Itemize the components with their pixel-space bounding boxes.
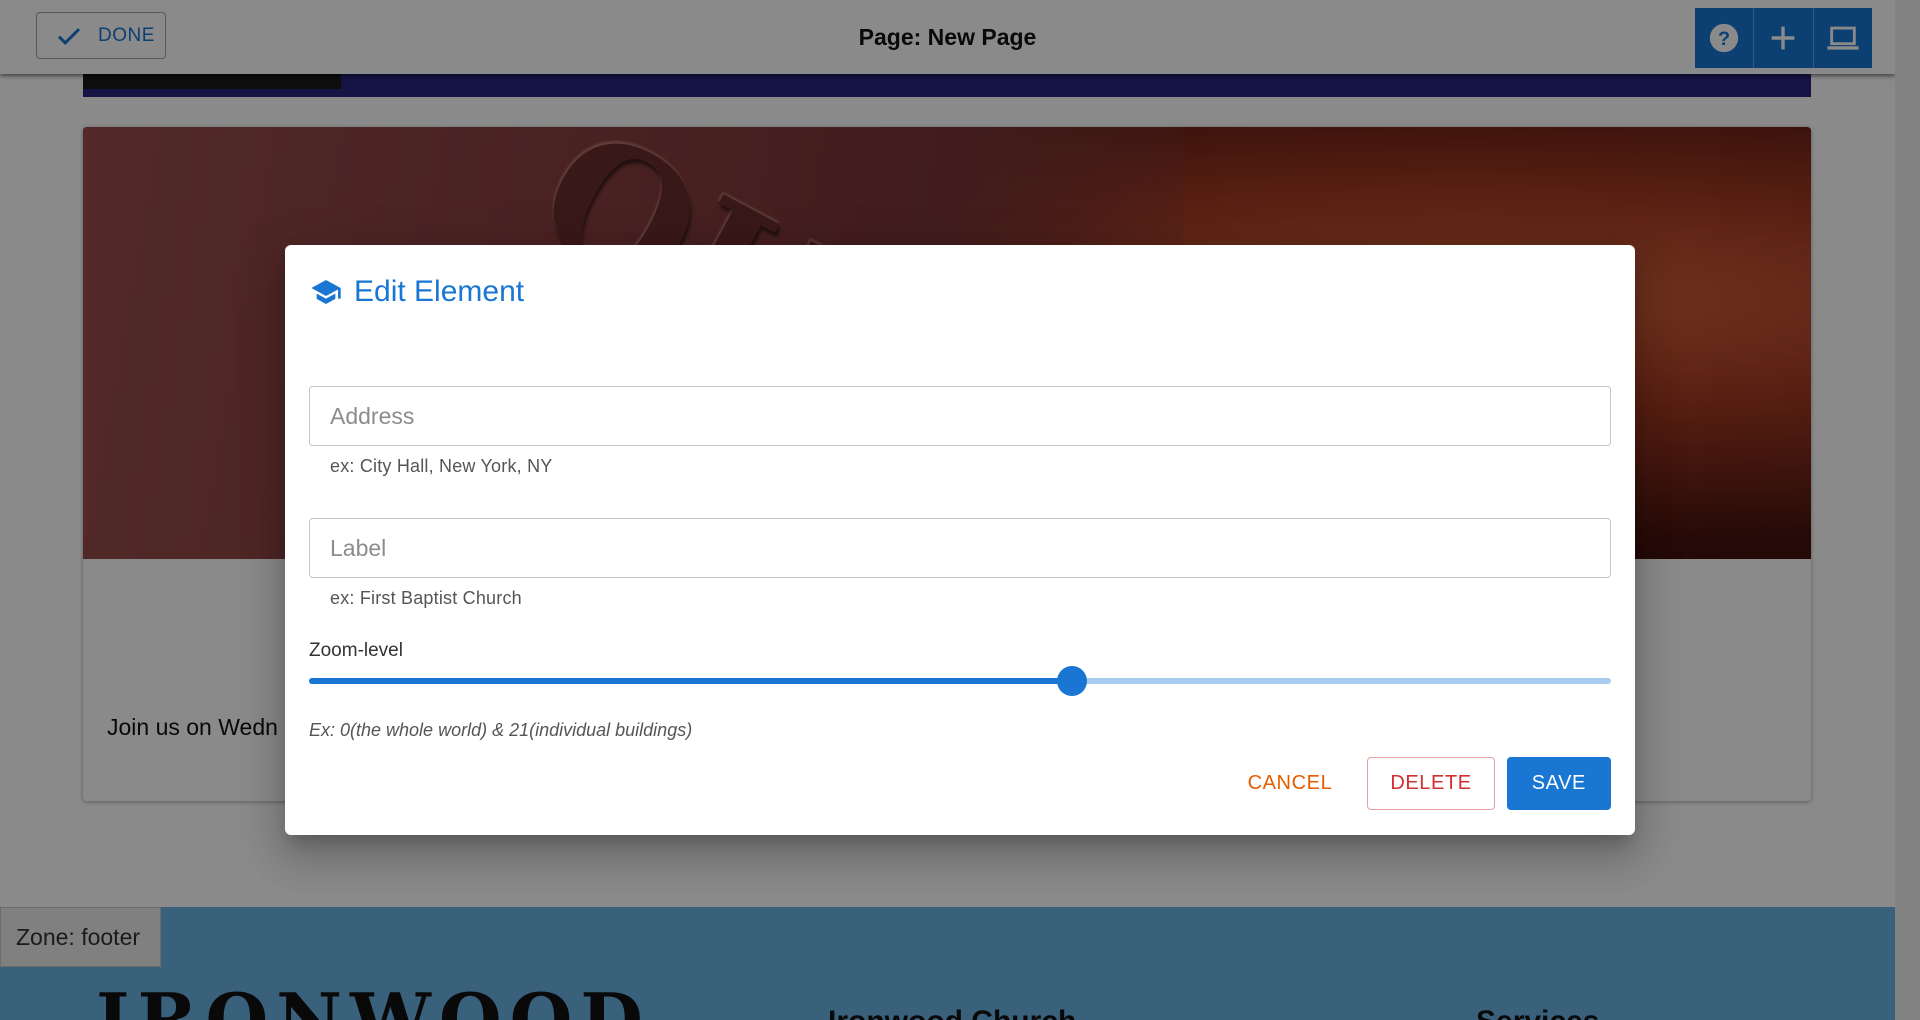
cancel-button[interactable]: CANCEL — [1225, 757, 1356, 810]
graduation-cap-icon — [311, 280, 341, 304]
address-field[interactable] — [309, 386, 1611, 446]
label-input[interactable] — [330, 519, 1610, 577]
slider-thumb[interactable] — [1056, 666, 1087, 696]
dialog-title-text: Edit Element — [354, 275, 525, 308]
edit-element-dialog: Edit Element ex: City Hall, New York, NY… — [285, 245, 1635, 835]
slider-track — [309, 678, 1072, 684]
address-input[interactable] — [330, 387, 1610, 445]
save-button[interactable]: SAVE — [1506, 757, 1611, 810]
zoom-hint-text: Ex: 0(the whole world) & 21(individual b… — [309, 720, 693, 740]
address-helper-text: ex: City Hall, New York, NY — [330, 456, 553, 476]
label-helper-text: ex: First Baptist Church — [330, 588, 522, 608]
label-field[interactable] — [309, 518, 1611, 578]
dialog-actions: CANCEL DELETE SAVE — [1225, 757, 1611, 810]
dialog-title: Edit Element — [310, 275, 524, 309]
zoom-level-slider[interactable] — [309, 666, 1611, 696]
zoom-level-label: Zoom-level — [309, 640, 403, 661]
delete-button[interactable]: DELETE — [1367, 757, 1495, 810]
